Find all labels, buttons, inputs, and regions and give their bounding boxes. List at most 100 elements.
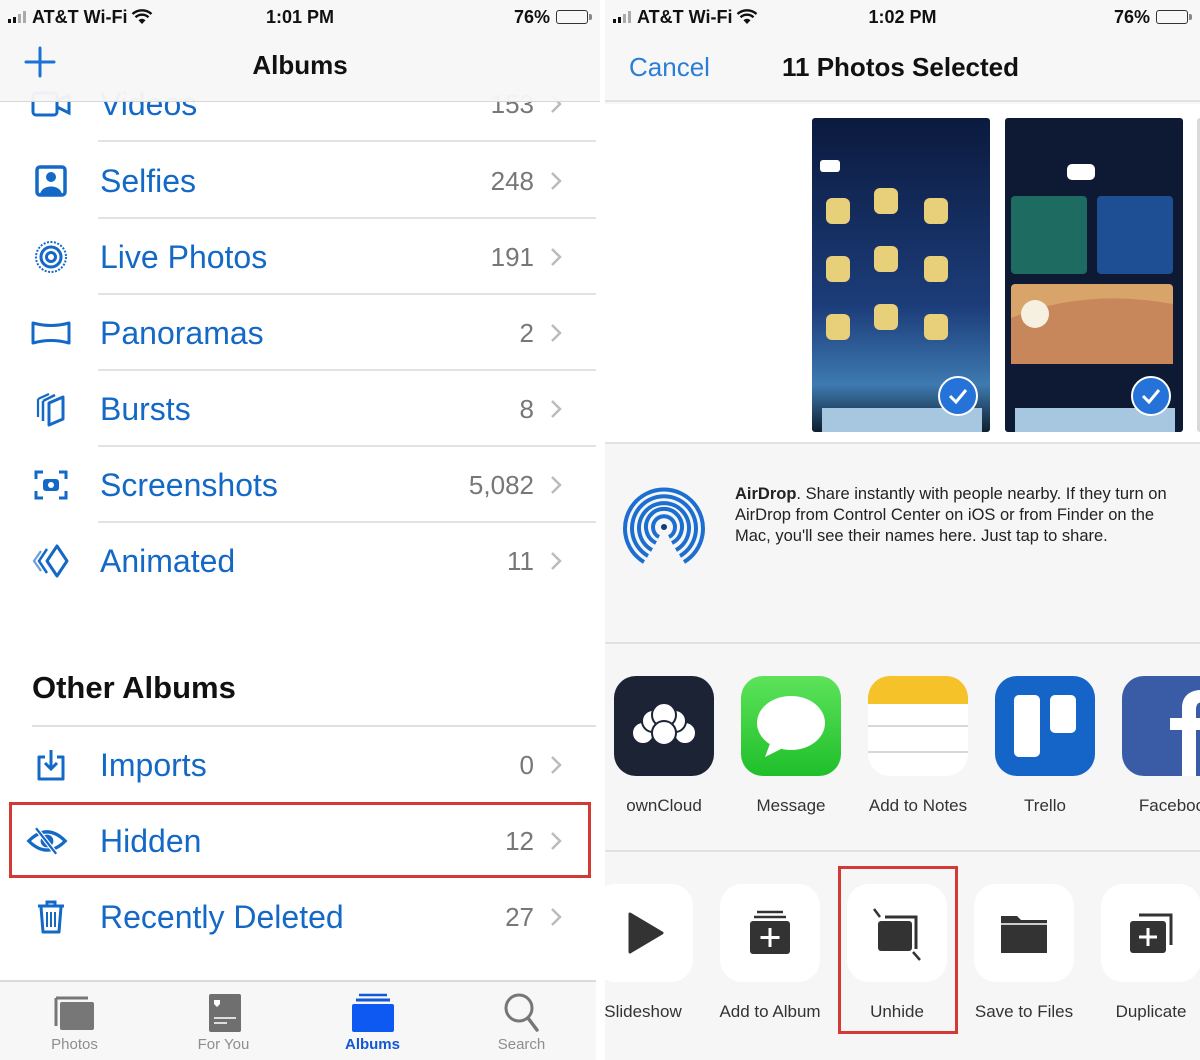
chevron-right-icon: [551, 908, 562, 926]
album-label: Recently Deleted: [100, 898, 344, 935]
album-label: Panoramas: [100, 314, 264, 351]
album-count: 191: [490, 241, 534, 272]
share-label: Slideshow: [605, 1002, 682, 1021]
notes-icon: [868, 676, 968, 776]
share-label: Duplicate: [1115, 1002, 1187, 1021]
album-label: Bursts: [100, 390, 191, 427]
chevron-right-icon: [551, 552, 562, 570]
albums-navbar: AT&T Wi-Fi 1:01 PM 76% Albums: [0, 0, 600, 102]
share-app-notes[interactable]: Add to Notes: [854, 676, 982, 816]
album-count: 27: [505, 901, 534, 932]
action-duplicate[interactable]: Duplicate: [1087, 884, 1200, 1022]
share-label: ownCloud: [626, 796, 702, 815]
status-time: 1:01 PM: [265, 6, 335, 27]
for-you-icon: [208, 994, 241, 1032]
panorama-icon: [30, 312, 72, 354]
battery-status: 76%: [1113, 6, 1192, 28]
tab-search[interactable]: Search: [447, 982, 596, 1060]
photos-icon: [54, 996, 94, 1030]
search-icon: [504, 993, 539, 1032]
album-label: Animated: [100, 542, 236, 579]
album-count: 0: [519, 749, 534, 780]
album-row-recently-deleted[interactable]: Recently Deleted 27: [0, 879, 596, 955]
share-app-facebook[interactable]: Faceboo: [1108, 676, 1200, 816]
battery-status: 76%: [514, 7, 592, 28]
section-title-other-albums: Other Albums: [32, 670, 236, 705]
album-row-hidden[interactable]: Hidden 12: [0, 803, 596, 879]
album-label: Live Photos: [100, 238, 268, 275]
album-row-selfies[interactable]: Selfies 248: [0, 143, 596, 219]
play-icon: [605, 884, 693, 982]
trello-icon: [995, 676, 1095, 776]
status-bar: AT&T Wi-Fi 1:02 PM 76%: [605, 0, 1200, 34]
album-row-screenshots[interactable]: Screenshots 5,082: [0, 447, 596, 523]
chevron-right-icon: [551, 172, 562, 190]
share-sheet-screen: AT&T Wi-Fi 1:02 PM 76% Cancel 11 Photos …: [605, 0, 1200, 1060]
airdrop-section: AirDrop. Share instantly with people nea…: [605, 446, 1200, 644]
selfie-icon: [30, 160, 72, 202]
hidden-eye-icon: [26, 820, 68, 862]
tab-bar: Photos For You Albums Search: [0, 980, 596, 1060]
tab-label: For You: [197, 1036, 250, 1053]
messages-icon: [741, 676, 841, 776]
row-separator: [98, 140, 596, 142]
page-title: Albums: [252, 50, 348, 80]
unhide-icon: [847, 884, 947, 982]
tab-for-you[interactable]: For You: [149, 982, 298, 1060]
cancel-button[interactable]: Cancel: [629, 52, 710, 83]
album-label: Hidden: [100, 822, 202, 859]
chevron-right-icon: [551, 400, 562, 418]
chevron-right-icon: [551, 832, 562, 850]
selected-photo-thumbnail[interactable]: [812, 118, 990, 432]
album-row-panoramas[interactable]: Panoramas 2: [0, 295, 596, 371]
share-actions-row: Slideshow Add to Album Unhide Save to Fi…: [605, 854, 1200, 1060]
share-label: Save to Files: [974, 1002, 1074, 1021]
album-count: 8: [519, 393, 534, 424]
owncloud-icon: [614, 676, 714, 776]
album-row-animated[interactable]: Animated 11: [0, 523, 596, 599]
album-count: 5,082: [468, 469, 534, 500]
chevron-right-icon: [551, 248, 562, 266]
battery-icon: [556, 10, 592, 24]
album-label: Selfies: [100, 162, 197, 199]
trash-icon: [30, 896, 72, 938]
selected-photo-thumbnail[interactable]: [1005, 118, 1183, 432]
album-label: Screenshots: [100, 466, 278, 503]
album-row-imports[interactable]: Imports 0: [0, 727, 596, 803]
share-label: Trello: [1024, 796, 1066, 815]
airdrop-icon: [623, 487, 705, 570]
album-label: Imports: [100, 746, 207, 783]
action-add-to-album[interactable]: Add to Album: [706, 884, 834, 1022]
album-count: 12: [505, 825, 534, 856]
share-app-message[interactable]: Message: [727, 676, 855, 816]
folder-icon: [974, 884, 1074, 982]
album-row-bursts[interactable]: Bursts 8: [0, 371, 596, 447]
airdrop-description: AirDrop. Share instantly with people nea…: [735, 484, 1175, 547]
share-apps-row: ownCloud Message Add to Notes Trello Fac…: [605, 646, 1200, 852]
tab-albums[interactable]: Albums: [298, 982, 447, 1060]
share-app-owncloud[interactable]: ownCloud: [605, 676, 728, 816]
battery-percent: 76%: [1113, 6, 1150, 27]
airdrop-title: AirDrop: [735, 485, 797, 503]
live-photo-icon: [30, 236, 72, 278]
selected-photos-strip: [605, 104, 1200, 444]
share-navbar: AT&T Wi-Fi 1:02 PM 76% Cancel 11 Photos …: [605, 0, 1200, 102]
album-count: 248: [490, 165, 534, 196]
share-label: Unhide: [870, 1002, 924, 1021]
tab-label: Search: [497, 1036, 546, 1053]
album-count: 2: [519, 317, 534, 348]
import-icon: [30, 744, 72, 786]
tab-label: Albums: [344, 1036, 400, 1053]
album-row-live-photos[interactable]: Live Photos 191: [0, 219, 596, 295]
albums-icon: [351, 993, 394, 1032]
action-save-to-files[interactable]: Save to Files: [960, 884, 1088, 1022]
action-slideshow[interactable]: Slideshow: [605, 884, 707, 1022]
share-label: Faceboo: [1138, 796, 1200, 815]
battery-icon: [1156, 10, 1192, 24]
duplicate-icon: [1101, 884, 1200, 982]
tab-photos[interactable]: Photos: [0, 982, 149, 1060]
add-to-album-icon: [720, 884, 820, 982]
share-app-trello[interactable]: Trello: [981, 676, 1109, 816]
action-unhide[interactable]: Unhide: [833, 884, 961, 1022]
share-label: Add to Notes: [868, 796, 968, 815]
